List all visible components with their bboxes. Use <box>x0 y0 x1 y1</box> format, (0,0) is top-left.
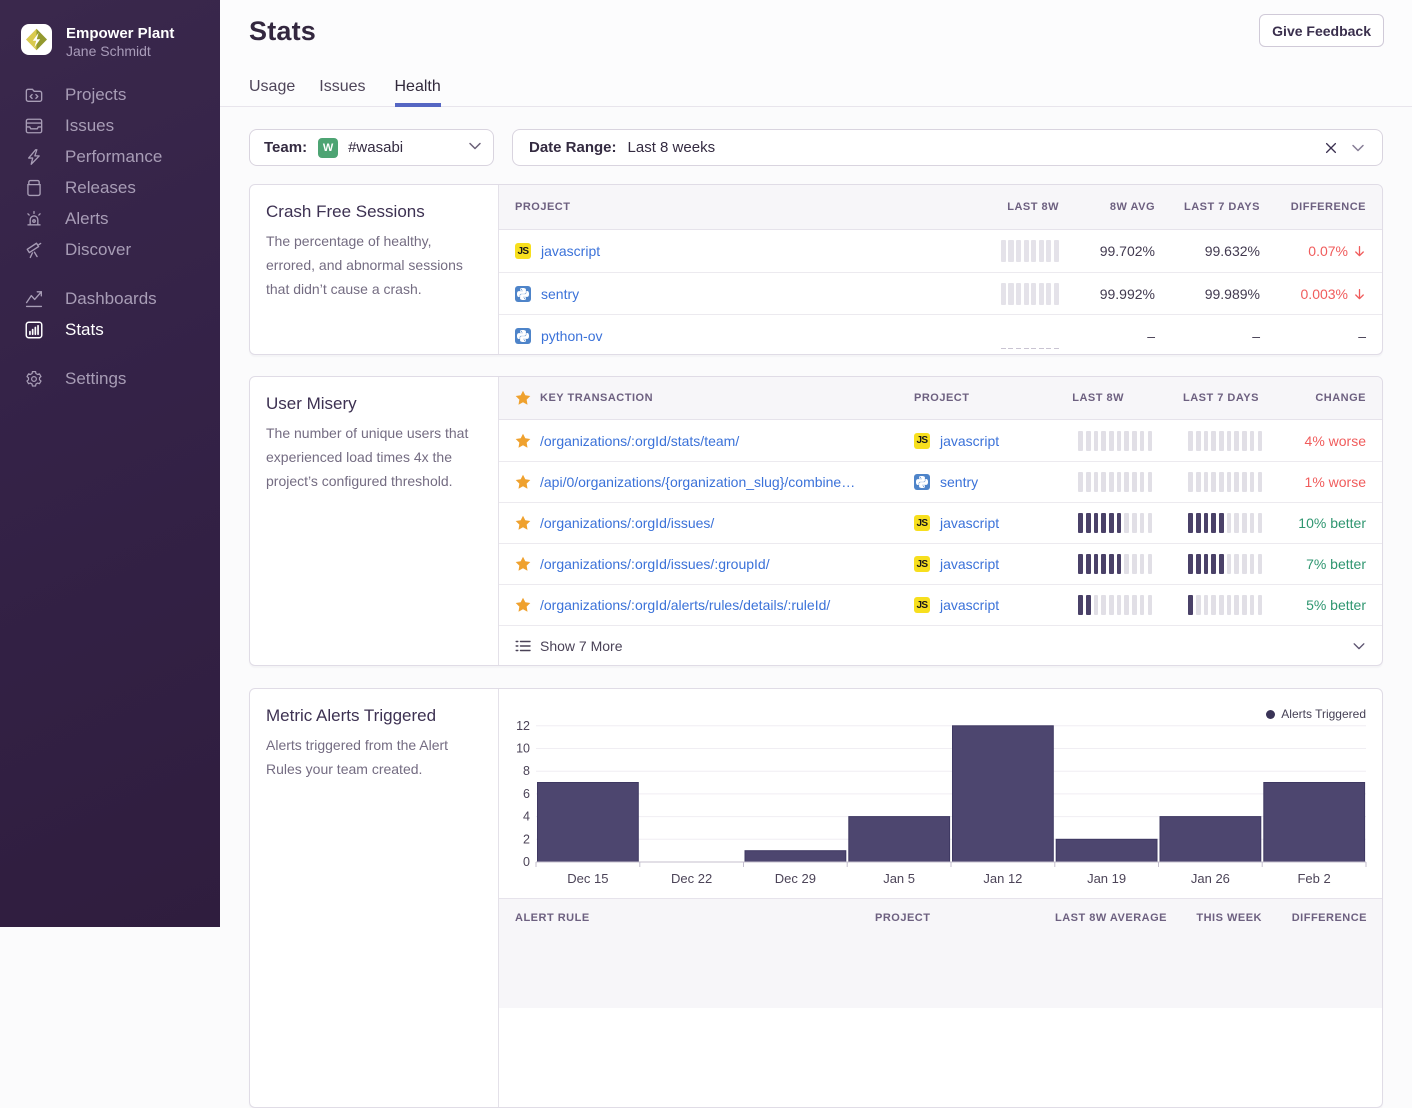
svg-text:0: 0 <box>523 855 530 869</box>
svg-text:8: 8 <box>523 764 530 778</box>
svg-text:Jan 26: Jan 26 <box>1191 871 1230 886</box>
svg-text:Feb 2: Feb 2 <box>1297 871 1330 886</box>
svg-text:6: 6 <box>523 787 530 801</box>
svg-text:4: 4 <box>523 810 530 824</box>
svg-text:2: 2 <box>523 832 530 846</box>
svg-text:Dec 29: Dec 29 <box>775 871 816 886</box>
svg-text:Dec 15: Dec 15 <box>567 871 608 886</box>
svg-text:Jan 19: Jan 19 <box>1087 871 1126 886</box>
svg-text:12: 12 <box>516 719 530 733</box>
svg-text:Dec 22: Dec 22 <box>671 871 712 886</box>
svg-text:10: 10 <box>516 742 530 756</box>
svg-text:Jan 12: Jan 12 <box>983 871 1022 886</box>
svg-text:Jan 5: Jan 5 <box>883 871 915 886</box>
